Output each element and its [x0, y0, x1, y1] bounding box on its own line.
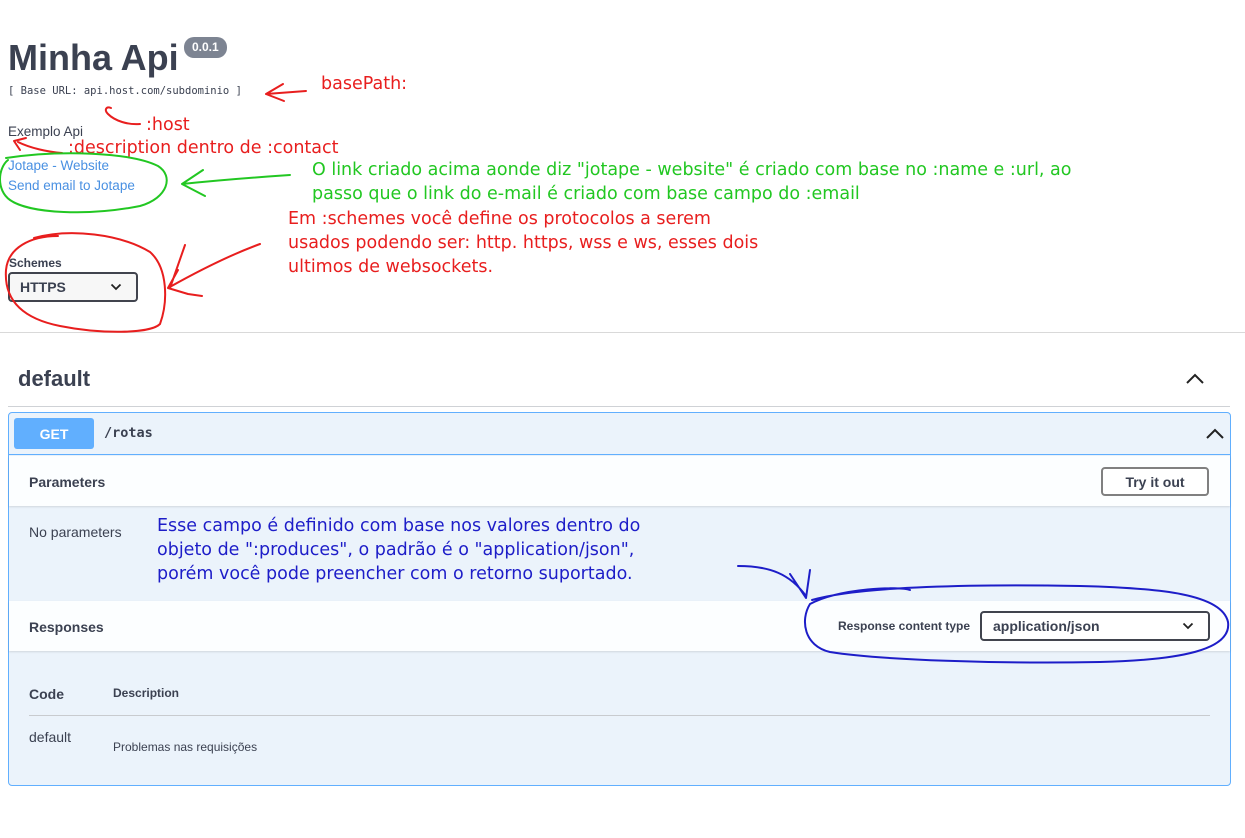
annotation-link-note-line2: passo que o link do e-mail é criado com …: [312, 184, 860, 204]
annotation-produces-line3: porém você pode preencher com o retorno …: [157, 564, 633, 584]
contact-website-link[interactable]: Jotape - Website: [8, 158, 109, 173]
response-content-type-value: application/json: [993, 618, 1100, 634]
schemes-select[interactable]: HTTPS: [8, 272, 138, 302]
method-badge[interactable]: GET: [14, 418, 94, 449]
base-url: [ Base URL: api.host.com/subdominio ]: [8, 85, 242, 97]
version-badge: 0.0.1: [184, 37, 227, 58]
operation-summary[interactable]: [9, 413, 1230, 455]
annotation-host: :host: [146, 115, 190, 135]
annotation-schemes-line3: ultimos de websockets.: [288, 257, 494, 277]
arrow-basepath: [265, 83, 307, 102]
column-header-code: Code: [29, 686, 64, 702]
header-divider: [0, 332, 1245, 333]
arrow-schemes: [167, 243, 261, 297]
schemes-label: Schemes: [9, 256, 62, 270]
arrow-link-note: [181, 169, 291, 197]
annotation-produces-line1: Esse campo é definido com base nos valor…: [157, 516, 641, 536]
tag-title[interactable]: default: [18, 366, 90, 392]
responses-table-divider: [29, 715, 1210, 716]
annotation-schemes-line1: Em :schemes você define os protocolos a …: [288, 209, 711, 229]
try-it-out-button[interactable]: Try it out: [1101, 467, 1209, 496]
parameters-header: [9, 456, 1230, 506]
annotation-schemes-line2: usados podendo ser: http. https, wss e w…: [288, 233, 759, 253]
response-code: default: [29, 729, 72, 745]
collapse-tag-icon[interactable]: [1185, 372, 1205, 386]
chevron-down-icon: [1182, 622, 1194, 630]
arrow-contact: [13, 137, 63, 154]
annotation-link-note-line1: O link criado acima aonde diz "jotape - …: [312, 160, 1072, 180]
tag-divider: [8, 406, 1230, 407]
contact-email-link[interactable]: Send email to Jotape: [8, 178, 135, 193]
response-content-type-label: Response content type: [838, 619, 971, 633]
annotation-basepath: basePath:: [321, 74, 408, 94]
arrow-host: [104, 106, 141, 126]
responses-title: Responses: [29, 619, 104, 635]
response-description: Problemas nas requisições: [113, 740, 258, 754]
annotation-produces-line2: objeto de ":produces", o padrão é o "app…: [157, 540, 635, 560]
api-title: Minha Api: [8, 37, 179, 78]
schemes-selected-value: HTTPS: [20, 279, 66, 295]
parameters-title: Parameters: [29, 474, 106, 490]
collapse-operation-icon[interactable]: [1205, 427, 1225, 441]
operation-path[interactable]: /rotas: [104, 425, 153, 441]
no-parameters-text: No parameters: [29, 524, 122, 540]
column-header-description: Description: [113, 686, 180, 700]
annotation-contact: :description dentro de :contact: [68, 138, 339, 158]
chevron-down-icon: [110, 283, 122, 291]
response-content-type-select[interactable]: application/json: [980, 611, 1210, 641]
